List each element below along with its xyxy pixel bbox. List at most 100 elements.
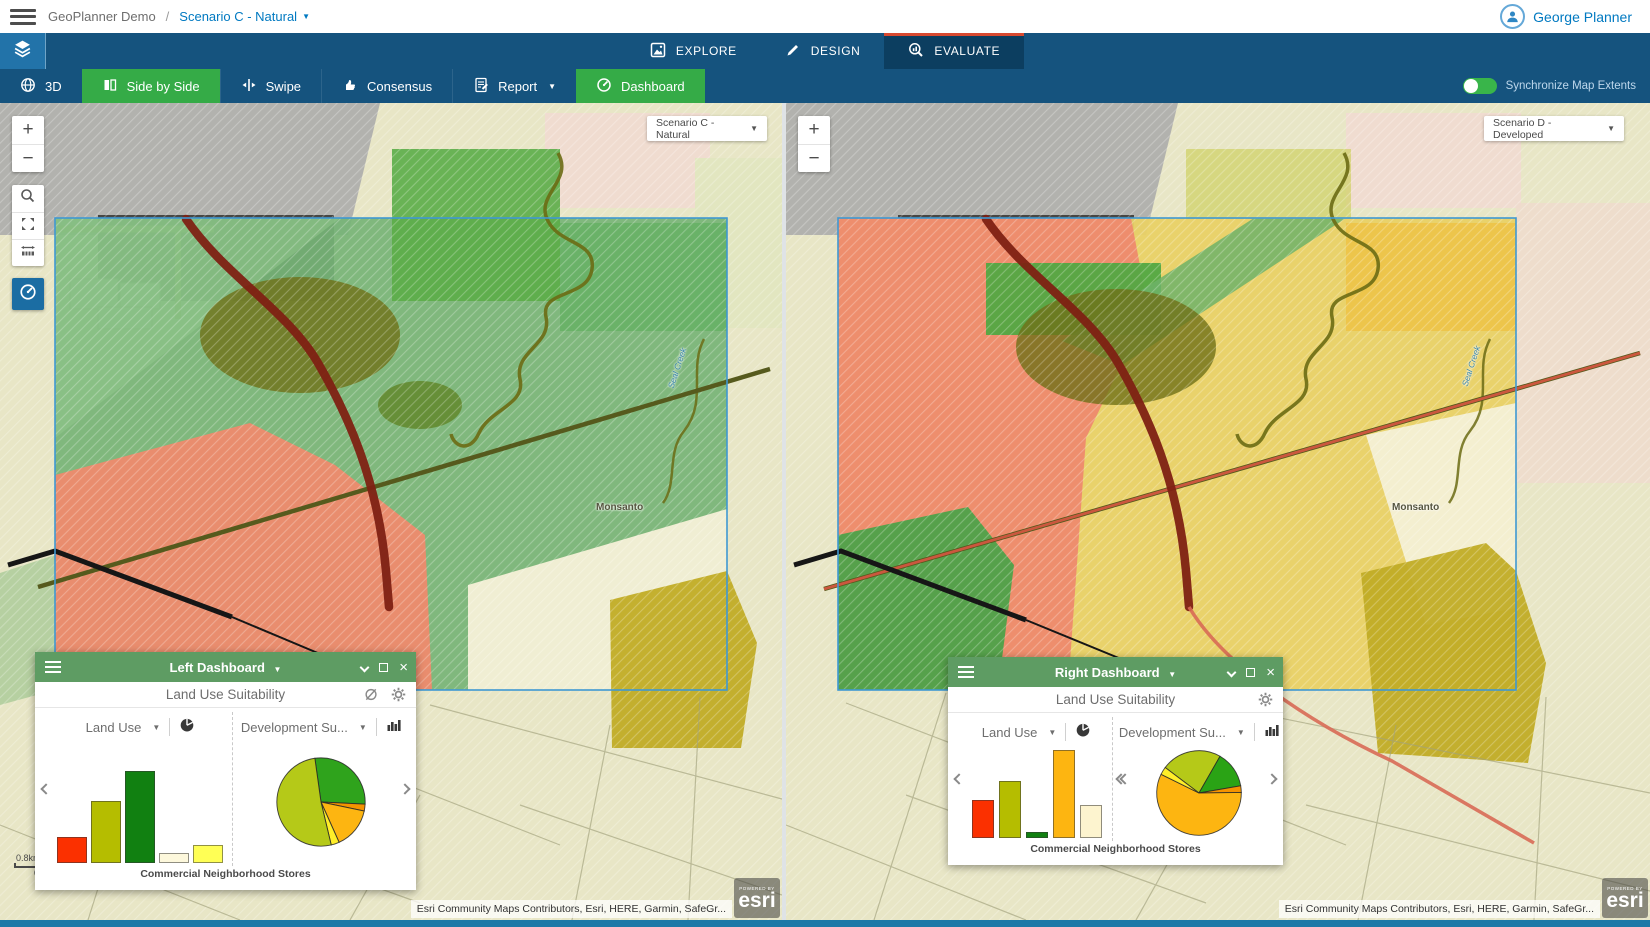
evaluate-chart-magnifier-icon xyxy=(908,42,924,61)
explore-icon xyxy=(650,42,666,61)
dashboard-body: Land Use▼ Development Su...▼ xyxy=(948,713,1283,843)
chart-prev-button[interactable] xyxy=(948,717,969,841)
place-label: Monsanto xyxy=(596,502,643,513)
chart2-type-select[interactable]: Development Su...▼ xyxy=(1119,725,1245,740)
pie-chart-section: Development Su...▼ xyxy=(1137,717,1262,841)
collapse-charts-button[interactable] xyxy=(1121,775,1129,783)
breadcrumb-app-name: GeoPlanner Demo xyxy=(48,9,156,24)
chart-caption: Commercial Neighborhood Stores xyxy=(35,868,416,890)
caret-down-icon: ▼ xyxy=(302,12,310,21)
report-document-icon xyxy=(473,77,489,96)
side-by-side-icon xyxy=(102,77,118,96)
gauge-icon xyxy=(19,283,37,306)
bottom-edge-bar xyxy=(0,920,1650,927)
full-extent-button[interactable] xyxy=(12,212,44,239)
tab-design[interactable]: DESIGN xyxy=(761,33,885,69)
swipe-button[interactable]: Swipe xyxy=(220,69,321,103)
search-button[interactable] xyxy=(12,185,44,212)
chart-next-button[interactable] xyxy=(1262,717,1283,841)
chart-prev-button[interactable] xyxy=(35,712,56,866)
search-icon xyxy=(20,188,36,209)
measure-button[interactable] xyxy=(12,239,44,266)
geoplanner-app: GeoPlanner Demo / Scenario C - Natural▼ … xyxy=(0,0,1650,927)
collapse-icon[interactable] xyxy=(1228,669,1235,676)
map-attribution: Esri Community Maps Contributors, Esri, … xyxy=(1279,900,1600,918)
maximize-icon[interactable] xyxy=(379,663,388,672)
tab-evaluate[interactable]: EVALUATE xyxy=(884,33,1024,69)
pie-chart-icon[interactable] xyxy=(179,717,195,738)
user-menu[interactable]: George Planner xyxy=(1500,0,1632,33)
tab-explore[interactable]: EXPLORE xyxy=(626,33,761,69)
zoom-controls: + − xyxy=(12,116,44,172)
report-label: Report xyxy=(498,79,537,94)
avatar-icon xyxy=(1500,4,1525,29)
sync-toggle[interactable] xyxy=(1463,78,1497,94)
caret-down-icon: ▼ xyxy=(1607,124,1615,133)
consensus-button[interactable]: Consensus xyxy=(321,69,452,103)
zoom-out-button[interactable]: − xyxy=(798,144,830,172)
zoom-controls: + − xyxy=(798,116,830,172)
collapse-icon[interactable] xyxy=(361,664,368,671)
evaluate-toolbar: 3D Side by Side Swipe Consensus Report ▼… xyxy=(0,69,1650,103)
maximize-icon[interactable] xyxy=(1246,668,1255,677)
chart1-type-select[interactable]: Land Use▼ xyxy=(982,725,1057,740)
widget-title: Land Use Suitability xyxy=(166,687,285,702)
close-icon[interactable]: × xyxy=(399,660,408,675)
side-by-side-label: Side by Side xyxy=(127,79,200,94)
caret-down-icon: ▼ xyxy=(750,124,758,133)
close-icon[interactable]: × xyxy=(1266,665,1275,680)
esri-logo: POWERED BY esri xyxy=(1602,878,1648,918)
report-button[interactable]: Report ▼ xyxy=(452,69,576,103)
dashboard-header[interactable]: Left Dashboard ▼ × xyxy=(35,652,416,682)
user-name: George Planner xyxy=(1533,9,1632,25)
topbar: GeoPlanner Demo / Scenario C - Natural▼ … xyxy=(0,0,1650,33)
place-label: Monsanto xyxy=(1392,502,1439,513)
chart-caption: Commercial Neighborhood Stores xyxy=(948,843,1283,865)
right-scenario-select[interactable]: Scenario D - Developed ▼ xyxy=(1484,116,1624,141)
visibility-off-icon[interactable] xyxy=(364,687,379,702)
gear-icon[interactable] xyxy=(391,687,406,702)
dashboard-body: Land Use▼ Development Su...▼ xyxy=(35,708,416,868)
chart-next-button[interactable] xyxy=(395,712,416,866)
chart2-type-select[interactable]: Development Su...▼ xyxy=(241,720,367,735)
tab-design-label: DESIGN xyxy=(811,44,861,58)
widget-title: Land Use Suitability xyxy=(1056,692,1175,707)
tab-evaluate-label: EVALUATE xyxy=(934,44,1000,58)
dashboard-label: Dashboard xyxy=(621,79,685,94)
consensus-label: Consensus xyxy=(367,79,432,94)
breadcrumb-separator: / xyxy=(166,9,170,24)
caret-down-icon: ▼ xyxy=(548,82,556,91)
dashboard-toolbar-button[interactable]: Dashboard xyxy=(576,69,705,103)
dashboard-header[interactable]: Right Dashboard ▼ × xyxy=(948,657,1283,687)
development-suitability-pie-chart[interactable] xyxy=(1153,747,1245,844)
pencil-icon xyxy=(785,42,801,61)
pie-chart-icon[interactable] xyxy=(1075,722,1091,743)
development-suitability-pie-chart[interactable] xyxy=(273,754,369,855)
dashboard-map-button[interactable] xyxy=(12,278,44,310)
3d-label: 3D xyxy=(45,79,62,94)
land-use-bar-chart[interactable] xyxy=(57,742,223,866)
globe-icon xyxy=(20,77,36,96)
right-dashboard-window: Right Dashboard ▼ × Land Use Suitability xyxy=(948,657,1283,865)
breadcrumb-scenario-link[interactable]: Scenario C - Natural▼ xyxy=(179,9,310,24)
caret-down-icon: ▼ xyxy=(274,665,282,674)
3d-button[interactable]: 3D xyxy=(0,69,82,103)
left-map-panel: Monsanto Seal Creek + − Scenario C - Nat… xyxy=(0,103,782,920)
zoom-out-button[interactable]: − xyxy=(12,144,44,172)
zoom-in-button[interactable]: + xyxy=(798,116,830,144)
left-scenario-select[interactable]: Scenario C - Natural ▼ xyxy=(647,116,767,141)
left-scenario-value: Scenario C - Natural xyxy=(656,117,742,141)
right-scenario-value: Scenario D - Developed xyxy=(1493,117,1599,141)
breadcrumb: GeoPlanner Demo / Scenario C - Natural▼ xyxy=(48,9,310,24)
menu-icon[interactable] xyxy=(10,9,36,25)
swipe-icon xyxy=(241,77,257,96)
side-by-side-button[interactable]: Side by Side xyxy=(82,69,220,103)
tab-explore-label: EXPLORE xyxy=(676,44,737,58)
gear-icon[interactable] xyxy=(1258,692,1273,707)
left-dashboard-window: Left Dashboard ▼ × Land Use Suitability xyxy=(35,652,416,890)
map-attribution: Esri Community Maps Contributors, Esri, … xyxy=(411,900,732,918)
zoom-in-button[interactable]: + xyxy=(12,116,44,144)
sync-extents-control: Synchronize Map Extents xyxy=(1463,69,1636,103)
land-use-bar-chart[interactable] xyxy=(972,747,1102,841)
chart1-type-select[interactable]: Land Use▼ xyxy=(86,720,161,735)
